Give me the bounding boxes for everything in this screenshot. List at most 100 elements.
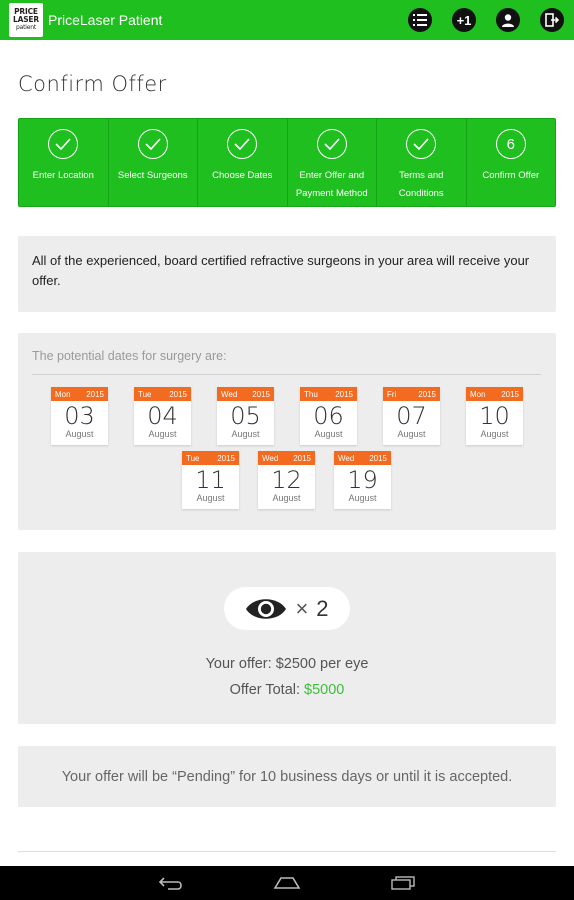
date-day: 10: [479, 402, 510, 430]
step-confirm-offer[interactable]: 6 Confirm Offer: [467, 119, 556, 206]
offer-card: × 2 Your offer: $2500 per eye Offer Tota…: [18, 552, 556, 724]
date-day: 03: [64, 402, 95, 430]
date-weekday: Mon: [470, 389, 486, 399]
date-weekday: Fri: [387, 389, 397, 399]
date-card: Wed 2015 19 August: [334, 451, 391, 509]
offer-total: Offer Total: $5000: [18, 682, 556, 698]
divider: [18, 851, 556, 852]
step-enter-location[interactable]: Enter Location: [19, 119, 109, 206]
date-card: Mon 2015 10 August: [466, 387, 523, 445]
dates-card: The potential dates for surgery are: Mon…: [18, 333, 556, 530]
date-weekday: Wed: [221, 389, 238, 399]
home-icon: [273, 877, 301, 889]
recents-icon: [391, 876, 415, 890]
check-icon: [316, 129, 347, 159]
date-year: 2015: [335, 389, 353, 399]
date-month: August: [65, 429, 94, 439]
per-eye-offer: Your offer: $2500 per eye: [205, 656, 369, 672]
date-card: Wed 2015 05 August: [217, 387, 274, 445]
logo-line-2: LASER: [13, 15, 39, 24]
plus-one-button[interactable]: +1: [452, 8, 476, 32]
date-card: Mon 2015 03 August: [51, 387, 108, 445]
check-icon: [227, 129, 258, 159]
times-symbol: ×: [295, 595, 309, 621]
appbar-actions: +1: [408, 8, 564, 32]
date-card: Wed 2015 12 August: [258, 451, 315, 509]
date-year: 2015: [86, 389, 104, 399]
step-label: Confirm Offer: [482, 170, 540, 181]
list-icon: [413, 14, 427, 26]
date-card: Tue 2015 04 August: [134, 387, 191, 445]
progress-steps: Enter Location Select Surgeons Choose Da…: [18, 118, 556, 207]
pending-text: Your offer will be “Pending” for 10 busi…: [61, 768, 513, 785]
eye-count-pill: × 2: [224, 587, 350, 630]
info-text: All of the experienced, board certified …: [32, 253, 530, 288]
check-icon: [137, 129, 168, 159]
date-header: Tue 2015: [182, 451, 239, 465]
step-label: Terms and Conditions: [398, 170, 444, 199]
step-label: Choose Dates: [212, 170, 273, 181]
step-terms[interactable]: Terms and Conditions: [377, 119, 467, 206]
date-year: 2015: [501, 389, 519, 399]
logout-button[interactable]: [540, 8, 564, 32]
date-card: Fri 2015 07 August: [383, 387, 440, 445]
date-year: 2015: [252, 389, 270, 399]
date-card: Thu 2015 06 August: [300, 387, 357, 445]
date-day: 04: [147, 402, 178, 430]
app-title: PriceLaser Patient: [48, 12, 163, 28]
date-card: Tue 2015 11 August: [182, 451, 239, 509]
offer-total-value: $5000: [304, 682, 345, 698]
pending-card: Your offer will be “Pending” for 10 busi…: [18, 746, 556, 807]
date-month: August: [231, 429, 260, 439]
info-card: All of the experienced, board certified …: [18, 236, 556, 312]
step-choose-dates[interactable]: Choose Dates: [198, 119, 288, 206]
recents-button[interactable]: [388, 874, 418, 892]
eye-count: 2: [316, 595, 329, 621]
step-label: Enter Offer and Payment Method: [295, 170, 368, 199]
date-month: August: [480, 429, 509, 439]
app-logo: PRICE LASER patient: [9, 3, 43, 37]
check-icon: [48, 129, 79, 159]
plus-one-icon: +1: [456, 12, 472, 28]
step-number: 6: [495, 129, 526, 159]
date-weekday: Wed: [262, 453, 279, 463]
date-header: Fri 2015: [383, 387, 440, 401]
divider: [32, 374, 541, 375]
date-day: 11: [195, 466, 226, 494]
date-month: August: [397, 429, 426, 439]
page-title: Confirm Offer: [18, 72, 167, 96]
app-bar: PRICE LASER patient PriceLaser Patient +…: [0, 0, 574, 40]
date-year: 2015: [369, 453, 387, 463]
date-month: August: [272, 493, 301, 503]
date-day: 05: [230, 402, 261, 430]
logout-icon: [545, 13, 559, 27]
date-month: August: [314, 429, 343, 439]
step-label: Enter Location: [32, 170, 94, 181]
step-select-surgeons[interactable]: Select Surgeons: [109, 119, 198, 206]
step-enter-offer[interactable]: Enter Offer and Payment Method: [288, 119, 377, 206]
date-header: Wed 2015: [334, 451, 391, 465]
date-day: 06: [313, 402, 344, 430]
date-header: Tue 2015: [134, 387, 191, 401]
date-header: Thu 2015: [300, 387, 357, 401]
date-weekday: Mon: [55, 389, 71, 399]
back-icon: [158, 877, 182, 890]
date-year: 2015: [169, 389, 187, 399]
date-day: 12: [271, 466, 302, 494]
date-year: 2015: [217, 453, 235, 463]
date-header: Mon 2015: [466, 387, 523, 401]
list-button[interactable]: [408, 8, 432, 32]
date-weekday: Thu: [304, 389, 318, 399]
account-button[interactable]: [496, 8, 520, 32]
date-month: August: [148, 429, 177, 439]
date-month: August: [348, 493, 377, 503]
back-button[interactable]: [156, 874, 186, 892]
eye-icon: [246, 598, 287, 619]
system-nav-bar: [0, 866, 574, 900]
dates-title: The potential dates for surgery are:: [32, 349, 227, 363]
date-header: Mon 2015: [51, 387, 108, 401]
date-header: Wed 2015: [258, 451, 315, 465]
offer-total-label: Offer Total:: [229, 682, 305, 698]
date-year: 2015: [418, 389, 436, 399]
home-button[interactable]: [272, 874, 302, 892]
